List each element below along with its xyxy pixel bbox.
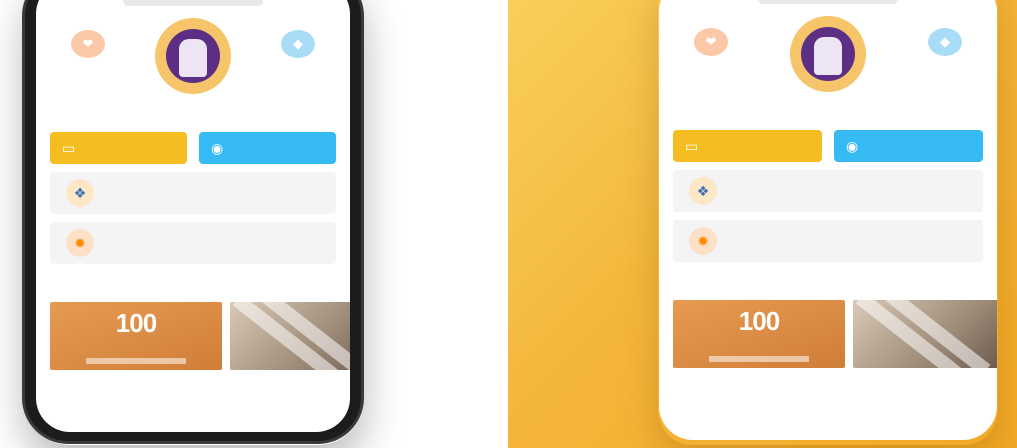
promo-card-1[interactable]: 100 xyxy=(50,302,222,408)
phone-mockup-scene: ❤ ◆ ▭ ◉ ❖ ✹ 100 xyxy=(0,0,508,448)
coin-icon: ◉ xyxy=(211,140,224,156)
diamond-icon[interactable]: ◆ xyxy=(928,28,962,56)
promo-image: 100 xyxy=(673,300,845,368)
info-card-1[interactable]: ❖ xyxy=(50,172,336,214)
promo-bar xyxy=(86,358,186,364)
action-button-coins[interactable]: ◉ xyxy=(199,132,336,164)
promo-big-number: 100 xyxy=(115,308,157,338)
action-row: ▭ ◉ xyxy=(673,130,983,162)
message-icon: ▭ xyxy=(685,138,699,154)
action-button-coins[interactable]: ◉ xyxy=(834,130,983,162)
top-search-pill[interactable] xyxy=(123,0,263,6)
section-header xyxy=(50,278,336,290)
info-card-2[interactable]: ✹ xyxy=(673,220,983,262)
card-screen: ❤ ◆ ▭ ◉ ❖ ✹ 100 xyxy=(659,0,997,440)
gift-icon: ✹ xyxy=(66,229,94,257)
avatar[interactable] xyxy=(155,18,231,94)
promo-card-1[interactable]: 100 xyxy=(673,300,845,406)
avatar-icon xyxy=(166,29,220,83)
app-screen: ❤ ◆ ▭ ◉ ❖ ✹ 100 xyxy=(659,0,997,440)
card-mockup-scene: ❤ ◆ ▭ ◉ ❖ ✹ 100 xyxy=(508,0,1017,448)
message-icon: ▭ xyxy=(62,140,76,156)
promo-row: 100 xyxy=(673,300,997,406)
top-search-pill[interactable] xyxy=(758,0,898,4)
right-shortcut[interactable]: ◆ xyxy=(915,28,975,62)
left-shortcut[interactable]: ❤ xyxy=(58,30,118,64)
promo-image xyxy=(230,302,350,370)
promo-image: 100 xyxy=(50,302,222,370)
box-icon: ❖ xyxy=(66,179,94,207)
diamond-icon[interactable]: ◆ xyxy=(281,30,315,58)
profile-row: ❤ ◆ xyxy=(659,16,997,92)
promo-big-number: 100 xyxy=(738,306,780,336)
action-button-messages[interactable]: ▭ xyxy=(50,132,187,164)
promo-card-2[interactable] xyxy=(230,302,350,408)
coin-icon: ◉ xyxy=(846,138,859,154)
promo-card-2[interactable] xyxy=(853,300,997,406)
promo-image xyxy=(853,300,997,368)
heart-icon[interactable]: ❤ xyxy=(71,30,105,58)
promo-row: 100 xyxy=(50,302,350,408)
right-shortcut[interactable]: ◆ xyxy=(268,30,328,64)
section-header xyxy=(673,276,983,288)
phone-screen: ❤ ◆ ▭ ◉ ❖ ✹ 100 xyxy=(36,0,350,432)
info-card-1[interactable]: ❖ xyxy=(673,170,983,212)
app-screen: ❤ ◆ ▭ ◉ ❖ ✹ 100 xyxy=(36,0,350,432)
avatar-icon xyxy=(801,27,855,81)
left-shortcut[interactable]: ❤ xyxy=(681,28,741,62)
box-icon: ❖ xyxy=(689,177,717,205)
action-button-messages[interactable]: ▭ xyxy=(673,130,822,162)
gift-icon: ✹ xyxy=(689,227,717,255)
promo-bar xyxy=(709,356,809,362)
action-row: ▭ ◉ xyxy=(50,132,336,164)
avatar[interactable] xyxy=(790,16,866,92)
profile-row: ❤ ◆ xyxy=(36,18,350,94)
info-card-2[interactable]: ✹ xyxy=(50,222,336,264)
heart-icon[interactable]: ❤ xyxy=(694,28,728,56)
